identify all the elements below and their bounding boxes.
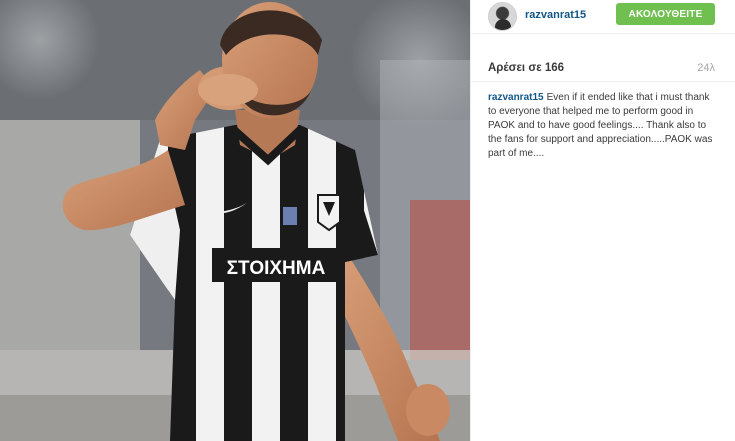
jersey-sponsor-text: ΣΤΟΙΧΗΜΑ [227, 258, 326, 279]
post-header: razvanrat15 ΑΚΟΛΟΥΘΕΙΤΕ [471, 0, 735, 34]
post-caption: razvanrat15 Even if it ended like that i … [488, 91, 713, 161]
likes-count[interactable]: Αρέσει σε 166 [488, 62, 564, 74]
avatar[interactable] [488, 2, 517, 31]
football-player-image: ΣΤΟΙΧΗΜΑ [0, 0, 470, 441]
post-stats: Αρέσει σε 166 24λ [471, 52, 735, 82]
follow-button[interactable]: ΑΚΟΛΟΥΘΕΙΤΕ [616, 3, 715, 25]
paok-crest-icon [317, 194, 341, 232]
header-username-link[interactable]: razvanrat15 [525, 9, 586, 21]
caption-username-link[interactable]: razvanrat15 [488, 92, 544, 103]
post-timestamp[interactable]: 24λ [697, 62, 715, 74]
post-sidebar: razvanrat15 ΑΚΟΛΟΥΘΕΙΤΕ Αρέσει σε 166 24… [470, 0, 735, 441]
post-photo[interactable]: ΣΤΟΙΧΗΜΑ [0, 0, 470, 441]
